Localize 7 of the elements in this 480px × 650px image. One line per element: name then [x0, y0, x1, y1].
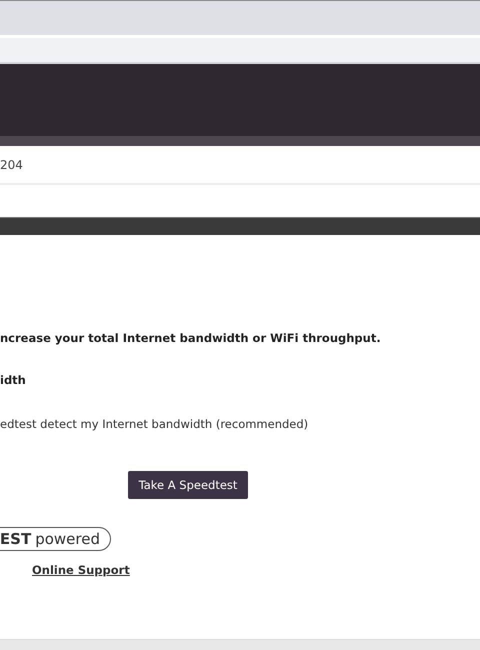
section-heading: idth	[0, 373, 27, 387]
support-link[interactable]: Online Support	[32, 563, 130, 577]
info-value: 204	[0, 158, 23, 172]
speedtest-button[interactable]: Take A Speedtest	[128, 471, 248, 499]
notice-text: ncrease your total Internet bandwidth or WiFi throughput.	[0, 331, 382, 345]
option-label: edtest detect my Internet bandwidth (recommended)	[0, 417, 310, 431]
powered-badge: EST powered	[0, 527, 111, 551]
